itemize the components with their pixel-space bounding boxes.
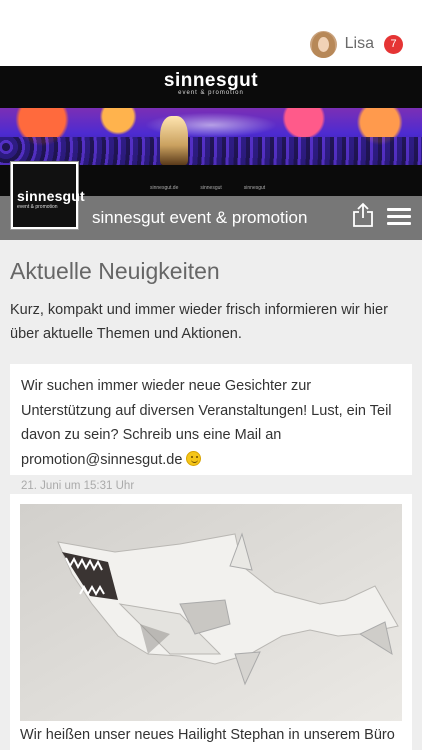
post-text: Wir heißen unser neues Hailight Stephan … (20, 727, 395, 743)
profile-logo-subtitle: event & promotion (17, 204, 58, 210)
shark-sculpture-image (20, 504, 402, 721)
news-post[interactable]: Wir heißen unser neues Hailight Stephan … (10, 494, 412, 750)
banner-logo-title: sinnesgut (163, 70, 259, 91)
section-intro: Kurz, kompakt und immer wieder frisch in… (10, 302, 388, 342)
social-instagram: sinnesgut (200, 185, 222, 191)
banner-logo-subtitle: event & promotion (178, 90, 244, 96)
news-post[interactable]: Wir suchen immer wieder neue Gesichter z… (10, 364, 412, 492)
username[interactable]: Lisa (345, 35, 374, 53)
top-bar: Lisa 7 (0, 0, 422, 66)
concert-crowd-image (0, 108, 422, 165)
notification-badge[interactable]: 7 (384, 34, 403, 54)
hamburger-menu-icon[interactable] (387, 208, 411, 227)
post-timestamp: 21. Juni um 15:31 Uhr (21, 480, 135, 492)
profile-logo: sinnesgut event & promotion (11, 162, 85, 229)
user-menu[interactable]: Lisa 7 (309, 29, 403, 59)
profile-logo-title: sinnesgut (17, 188, 85, 204)
social-website: sinnesgut.de (150, 185, 179, 191)
share-icon[interactable] (352, 202, 374, 228)
smiley-emoji-icon (186, 450, 202, 466)
social-facebook: sinnesgut (243, 185, 266, 191)
section-title: Aktuelle Neuigkeiten (10, 258, 220, 284)
page-title: sinnesgut event & promotion (92, 208, 308, 227)
social-links: sinnesgut.de sinnesgut sinnesgut (150, 185, 265, 191)
banner-logo: sinnesgut event & promotion (0, 70, 422, 96)
avatar[interactable] (309, 30, 337, 58)
post-text: Wir suchen immer wieder neue Gesichter z… (21, 378, 392, 468)
